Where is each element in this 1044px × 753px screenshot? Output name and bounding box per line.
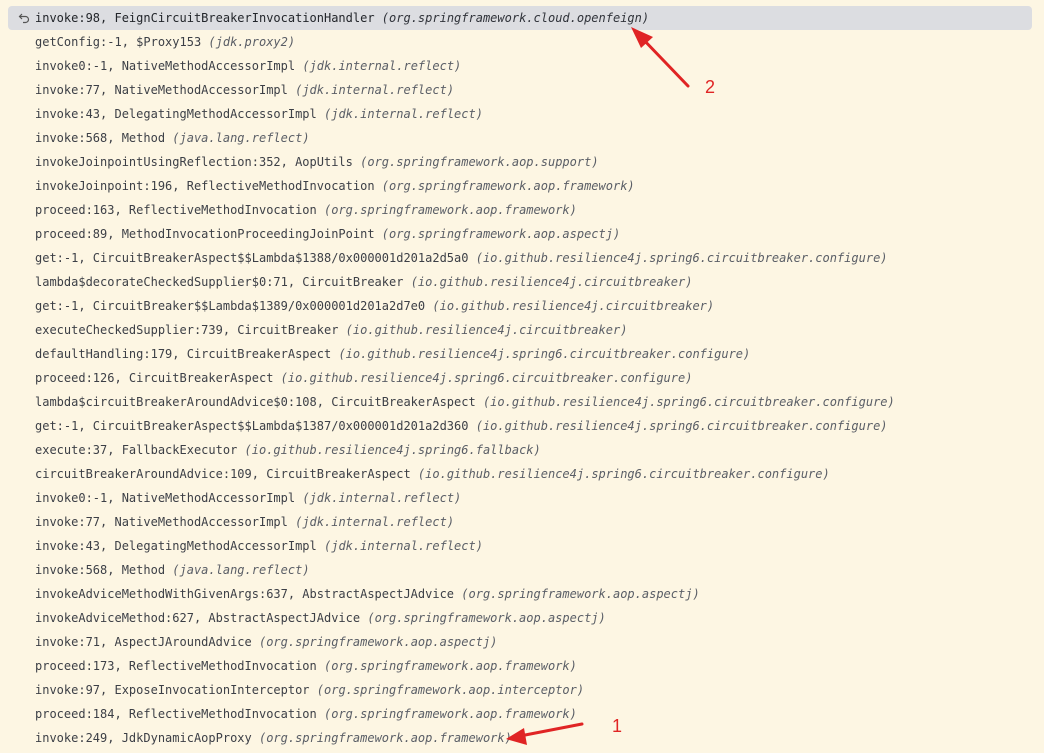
frame-package: (org.springframework.aop.framework): [381, 179, 635, 193]
annotation-label-1: 1: [612, 716, 623, 736]
stack-frame[interactable]: invokeJoinpoint:196, ReflectiveMethodInv…: [0, 174, 1044, 198]
frame-package: (io.github.resilience4j.circuitbreaker): [432, 299, 715, 313]
frame-package: (org.springframework.cloud.openfeign): [381, 11, 650, 25]
frame-method: invoke:568, Method: [35, 563, 166, 577]
frame-method: getConfig:-1, $Proxy153: [35, 35, 202, 49]
frame-method: invoke:249, JdkDynamicAopProxy: [35, 731, 252, 745]
stack-frame[interactable]: executeCheckedSupplier:739, CircuitBreak…: [0, 318, 1044, 342]
frame-package: (io.github.resilience4j.spring6.fallback…: [244, 443, 541, 457]
frame-method: invoke0:-1, NativeMethodAccessorImpl: [35, 59, 296, 73]
annotation-label-2: 2: [705, 77, 716, 97]
frame-package: (jdk.internal.reflect): [324, 539, 483, 553]
frame-method: proceed:184, ReflectiveMethodInvocation: [35, 707, 317, 721]
stack-frame[interactable]: invoke:43, DelegatingMethodAccessorImpl …: [0, 534, 1044, 558]
stack-frame[interactable]: invoke:77, NativeMethodAccessorImpl (jdk…: [0, 510, 1044, 534]
frame-method: invoke:98, FeignCircuitBreakerInvocation…: [35, 11, 375, 25]
frame-package: (jdk.internal.reflect): [324, 107, 483, 121]
frame-method: invokeJoinpointUsingReflection:352, AopU…: [35, 155, 353, 169]
frame-package: (org.springframework.aop.framework): [324, 659, 577, 673]
frame-package: (jdk.internal.reflect): [302, 491, 462, 505]
return-arrow-icon: [18, 13, 30, 24]
stack-frame[interactable]: invoke:71, AspectJAroundAdvice (org.spri…: [0, 630, 1044, 654]
stack-frame[interactable]: proceed:89, MethodInvocationProceedingJo…: [0, 222, 1044, 246]
frame-method: invokeJoinpoint:196, ReflectiveMethodInv…: [35, 179, 375, 193]
frame-package: (org.springframework.aop.aspectj): [367, 611, 606, 625]
frame-package: (io.github.resilience4j.spring6.circuitb…: [280, 371, 693, 385]
frame-package: (org.springframework.aop.aspectj): [258, 635, 498, 649]
stack-frame[interactable]: invokeAdviceMethod:627, AbstractAspectJA…: [0, 606, 1044, 630]
frame-package: (java.lang.reflect): [172, 131, 310, 145]
stack-frame[interactable]: getConfig:-1, $Proxy153 (jdk.proxy2): [0, 30, 1044, 54]
frame-method: invoke:43, DelegatingMethodAccessorImpl: [35, 107, 317, 121]
frame-package: (jdk.internal.reflect): [295, 515, 455, 529]
frame-method: invokeAdviceMethod:627, AbstractAspectJA…: [35, 611, 361, 625]
frame-package: (io.github.resilience4j.spring6.circuitb…: [417, 467, 830, 481]
frame-package: (jdk.internal.reflect): [302, 59, 462, 73]
frame-package: (org.springframework.aop.framework): [324, 707, 577, 721]
frame-method: get:-1, CircuitBreakerAspect$$Lambda$138…: [35, 419, 469, 433]
stack-frame[interactable]: invoke:97, ExposeInvocationInterceptor (…: [0, 678, 1044, 702]
frame-method: invoke:77, NativeMethodAccessorImpl: [35, 515, 288, 529]
stack-frame[interactable]: invoke:568, Method (java.lang.reflect): [0, 558, 1044, 582]
stack-frame[interactable]: proceed:184, ReflectiveMethodInvocation …: [0, 702, 1044, 726]
frame-method: lambda$decorateCheckedSupplier$0:71, Cir…: [35, 275, 404, 289]
frame-method: execute:37, FallbackExecutor: [35, 443, 238, 457]
frame-method: get:-1, CircuitBreakerAspect$$Lambda$138…: [35, 251, 469, 265]
stack-frame[interactable]: invokeJoinpointUsingReflection:352, AopU…: [0, 150, 1044, 174]
stack-frame[interactable]: invoke:568, Method (java.lang.reflect): [0, 126, 1044, 150]
frame-method: invoke:43, DelegatingMethodAccessorImpl: [35, 539, 317, 553]
frame-method: get:-1, CircuitBreaker$$Lambda$1389/0x00…: [35, 299, 426, 313]
frame-method: invoke:568, Method: [35, 131, 166, 145]
frame-package: (jdk.proxy2): [208, 35, 296, 49]
frame-package: (jdk.internal.reflect): [295, 83, 455, 97]
frame-method: circuitBreakerAroundAdvice:109, CircuitB…: [35, 467, 411, 481]
stack-frame-list: invoke:98, FeignCircuitBreakerInvocation…: [0, 6, 1044, 750]
frame-package: (org.springframework.aop.framework): [258, 731, 512, 745]
frame-method: defaultHandling:179, CircuitBreakerAspec…: [35, 347, 332, 361]
frame-package: (io.github.resilience4j.spring6.circuitb…: [475, 251, 888, 265]
frame-method: lambda$circuitBreakerAroundAdvice$0:108,…: [35, 395, 476, 409]
frame-package: (io.github.resilience4j.spring6.circuitb…: [482, 395, 895, 409]
stack-frame-current[interactable]: invoke:98, FeignCircuitBreakerInvocation…: [8, 6, 1032, 30]
frame-package: (org.springframework.aop.aspectj): [461, 587, 700, 601]
frame-package: (org.springframework.aop.aspectj): [381, 227, 621, 241]
frame-method: invokeAdviceMethodWithGivenArgs:637, Abs…: [35, 587, 455, 601]
stack-frame[interactable]: get:-1, CircuitBreakerAspect$$Lambda$138…: [0, 246, 1044, 270]
stack-frame[interactable]: lambda$decorateCheckedSupplier$0:71, Cir…: [0, 270, 1044, 294]
frame-package: (org.springframework.aop.interceptor): [316, 683, 585, 697]
stack-frame[interactable]: proceed:163, ReflectiveMethodInvocation …: [0, 198, 1044, 222]
frame-method: invoke:77, NativeMethodAccessorImpl: [35, 83, 288, 97]
stack-frame[interactable]: execute:37, FallbackExecutor (io.github.…: [0, 438, 1044, 462]
stack-frame[interactable]: proceed:173, ReflectiveMethodInvocation …: [0, 654, 1044, 678]
frame-package: (org.springframework.aop.support): [360, 155, 599, 169]
stack-frame[interactable]: invoke:43, DelegatingMethodAccessorImpl …: [0, 102, 1044, 126]
stack-frame[interactable]: invokeAdviceMethodWithGivenArgs:637, Abs…: [0, 582, 1044, 606]
stack-frame[interactable]: invoke0:-1, NativeMethodAccessorImpl (jd…: [0, 54, 1044, 78]
frame-method: invoke:97, ExposeInvocationInterceptor: [35, 683, 310, 697]
stack-frame[interactable]: defaultHandling:179, CircuitBreakerAspec…: [0, 342, 1044, 366]
frame-package: (java.lang.reflect): [172, 563, 310, 577]
frame-package: (io.github.resilience4j.circuitbreaker): [410, 275, 693, 289]
stack-frame[interactable]: get:-1, CircuitBreaker$$Lambda$1389/0x00…: [0, 294, 1044, 318]
frame-method: proceed:89, MethodInvocationProceedingJo…: [35, 227, 375, 241]
frame-method: invoke:71, AspectJAroundAdvice: [35, 635, 252, 649]
frame-method: proceed:163, ReflectiveMethodInvocation: [35, 203, 317, 217]
stack-frame[interactable]: invoke:77, NativeMethodAccessorImpl (jdk…: [0, 78, 1044, 102]
frame-package: (org.springframework.aop.framework): [324, 203, 577, 217]
stack-frame[interactable]: lambda$circuitBreakerAroundAdvice$0:108,…: [0, 390, 1044, 414]
frame-method: proceed:173, ReflectiveMethodInvocation: [35, 659, 317, 673]
debugger-frames-panel: invoke:98, FeignCircuitBreakerInvocation…: [0, 0, 1044, 753]
stack-frame[interactable]: invoke:249, JdkDynamicAopProxy (org.spri…: [0, 726, 1044, 750]
stack-frame[interactable]: invoke0:-1, NativeMethodAccessorImpl (jd…: [0, 486, 1044, 510]
frame-method: invoke0:-1, NativeMethodAccessorImpl: [35, 491, 296, 505]
frame-method: proceed:126, CircuitBreakerAspect: [35, 371, 274, 385]
frame-package: (io.github.resilience4j.spring6.circuitb…: [475, 419, 888, 433]
frame-method: executeCheckedSupplier:739, CircuitBreak…: [35, 323, 339, 337]
stack-frame[interactable]: get:-1, CircuitBreakerAspect$$Lambda$138…: [0, 414, 1044, 438]
stack-frame[interactable]: proceed:126, CircuitBreakerAspect (io.gi…: [0, 366, 1044, 390]
frame-package: (io.github.resilience4j.spring6.circuitb…: [338, 347, 751, 361]
frame-package: (io.github.resilience4j.circuitbreaker): [345, 323, 628, 337]
stack-frame[interactable]: circuitBreakerAroundAdvice:109, CircuitB…: [0, 462, 1044, 486]
